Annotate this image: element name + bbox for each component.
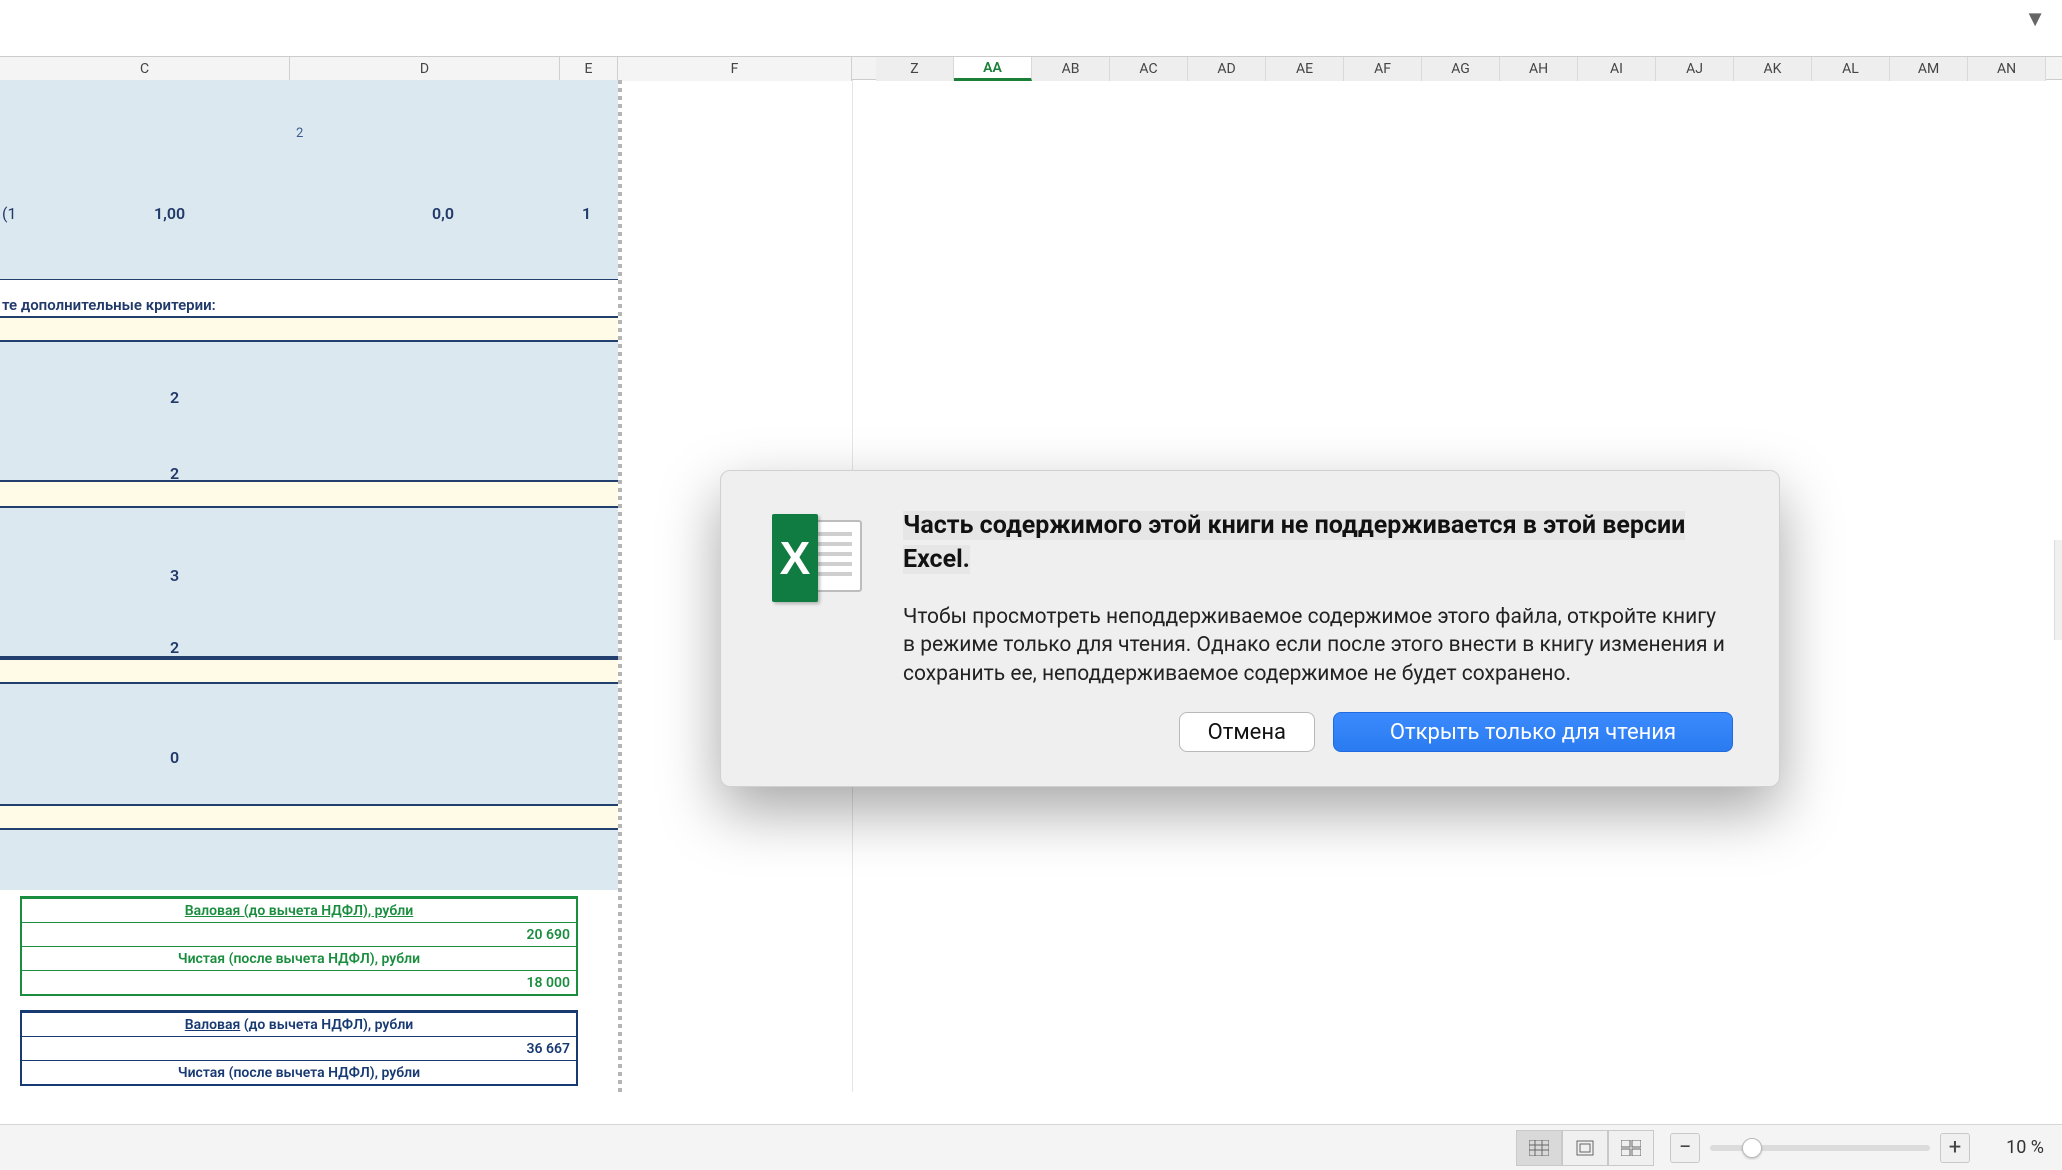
unsupported-content-dialog: X Часть содержимого этой книги не поддер… [720, 470, 1780, 787]
dialog-title: Часть содержимого этой книги не поддержи… [903, 511, 1685, 574]
modal-overlay: X Часть содержимого этой книги не поддер… [0, 0, 2062, 1170]
view-page-layout-button[interactable] [1562, 1130, 1608, 1166]
excel-icon: X [767, 509, 867, 609]
status-bar: − + 10 % [0, 1124, 2062, 1170]
open-readonly-button[interactable]: Открыть только для чтения [1333, 712, 1733, 752]
zoom-in-button[interactable]: + [1940, 1133, 1970, 1163]
zoom-value[interactable]: 10 % [1980, 1137, 2044, 1158]
zoom-slider[interactable] [1710, 1145, 1930, 1151]
cancel-button[interactable]: Отмена [1179, 712, 1315, 752]
dialog-message: Чтобы просмотреть неподдерживаемое содер… [903, 603, 1733, 689]
view-mode-group [1516, 1130, 1654, 1166]
view-page-break-button[interactable] [1608, 1130, 1654, 1166]
zoom-out-button[interactable]: − [1670, 1133, 1700, 1163]
view-normal-button[interactable] [1516, 1130, 1562, 1166]
zoom-controls: − + 10 % [1670, 1133, 2044, 1163]
